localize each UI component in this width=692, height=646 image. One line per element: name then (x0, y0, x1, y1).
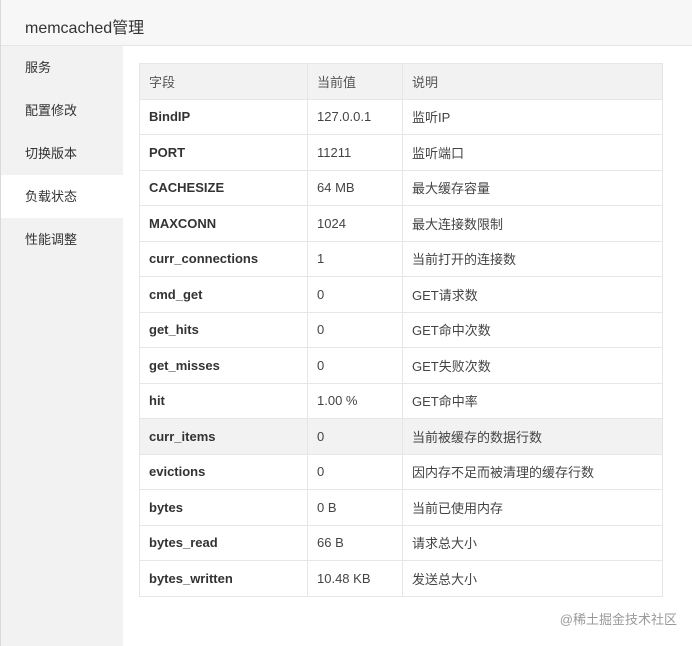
description-cell: 当前被缓存的数据行数 (402, 418, 663, 455)
table-row: cmd_get 0 GET请求数 (139, 276, 663, 313)
value-cell: 0 (307, 453, 403, 490)
field-cell: cmd_get (139, 276, 308, 313)
field-cell: get_hits (139, 311, 308, 348)
description-cell: 当前已使用内存 (402, 489, 663, 526)
description-cell: GET命中次数 (402, 311, 663, 348)
field-cell: bytes (139, 489, 308, 526)
table-row: evictions 0 因内存不足而被清理的缓存行数 (139, 453, 663, 490)
description-cell: 最大缓存容量 (402, 169, 663, 206)
sidebar-item-config[interactable]: 配置修改 (1, 89, 123, 132)
table-row: get_hits 0 GET命中次数 (139, 311, 663, 348)
value-cell: 64 MB (307, 169, 403, 206)
field-cell: CACHESIZE (139, 169, 308, 206)
table-row: PORT 11211 监听端口 (139, 134, 663, 171)
description-cell: 当前打开的连接数 (402, 240, 663, 277)
field-cell: curr_items (139, 418, 308, 455)
description-cell: 最大连接数限制 (402, 205, 663, 242)
value-cell: 0 (307, 418, 403, 455)
sidebar-item-switch-version[interactable]: 切换版本 (1, 132, 123, 175)
value-cell: 1.00 % (307, 382, 403, 419)
column-header-description: 说明 (402, 63, 663, 100)
table-row: curr_connections 1 当前打开的连接数 (139, 240, 663, 277)
field-cell: MAXCONN (139, 205, 308, 242)
table-row: get_misses 0 GET失败次数 (139, 347, 663, 384)
field-cell: bytes_read (139, 524, 308, 561)
table-row: bytes_written 10.48 KB 发送总大小 (139, 560, 663, 597)
table-row: CACHESIZE 64 MB 最大缓存容量 (139, 169, 663, 206)
value-cell: 0 (307, 276, 403, 313)
value-cell: 127.0.0.1 (307, 98, 403, 135)
table-row: curr_items 0 当前被缓存的数据行数 (139, 418, 663, 455)
title-bar: memcached管理 (1, 0, 692, 46)
table-header-row: 字段 当前值 说明 (139, 63, 663, 100)
status-table: 字段 当前值 说明 BindIP 127.0.0.1 监听IP PORT 112… (139, 63, 663, 597)
value-cell: 1 (307, 240, 403, 277)
value-cell: 0 B (307, 489, 403, 526)
sidebar: 服务 配置修改 切换版本 负载状态 性能调整 (1, 46, 123, 646)
column-header-value: 当前值 (307, 63, 403, 100)
sidebar-item-load-status[interactable]: 负载状态 (1, 175, 123, 218)
description-cell: 请求总大小 (402, 524, 663, 561)
window-title: memcached管理 (25, 20, 145, 37)
table-row: MAXCONN 1024 最大连接数限制 (139, 205, 663, 242)
field-cell: evictions (139, 453, 308, 490)
description-cell: 因内存不足而被清理的缓存行数 (402, 453, 663, 490)
field-cell: PORT (139, 134, 308, 171)
table-row: bytes 0 B 当前已使用内存 (139, 489, 663, 526)
description-cell: GET命中率 (402, 382, 663, 419)
table-row: BindIP 127.0.0.1 监听IP (139, 98, 663, 135)
description-cell: 监听IP (402, 98, 663, 135)
value-cell: 66 B (307, 524, 403, 561)
watermark: @稀土掘金技术社区 (559, 612, 677, 627)
field-cell: curr_connections (139, 240, 308, 277)
main-content: 字段 当前值 说明 BindIP 127.0.0.1 监听IP PORT 112… (123, 46, 692, 646)
description-cell: GET请求数 (402, 276, 663, 313)
table-row: bytes_read 66 B 请求总大小 (139, 524, 663, 561)
description-cell: 发送总大小 (402, 560, 663, 597)
field-cell: hit (139, 382, 308, 419)
value-cell: 0 (307, 311, 403, 348)
value-cell: 1024 (307, 205, 403, 242)
field-cell: BindIP (139, 98, 308, 135)
value-cell: 0 (307, 347, 403, 384)
column-header-field: 字段 (139, 63, 308, 100)
field-cell: get_misses (139, 347, 308, 384)
value-cell: 11211 (307, 134, 403, 171)
description-cell: GET失败次数 (402, 347, 663, 384)
dialog-window: memcached管理 服务 配置修改 切换版本 负载状态 性能调整 字段 当前… (0, 0, 692, 646)
table-row: hit 1.00 % GET命中率 (139, 382, 663, 419)
field-cell: bytes_written (139, 560, 308, 597)
sidebar-item-service[interactable]: 服务 (1, 46, 123, 89)
sidebar-item-performance[interactable]: 性能调整 (1, 218, 123, 261)
description-cell: 监听端口 (402, 134, 663, 171)
value-cell: 10.48 KB (307, 560, 403, 597)
